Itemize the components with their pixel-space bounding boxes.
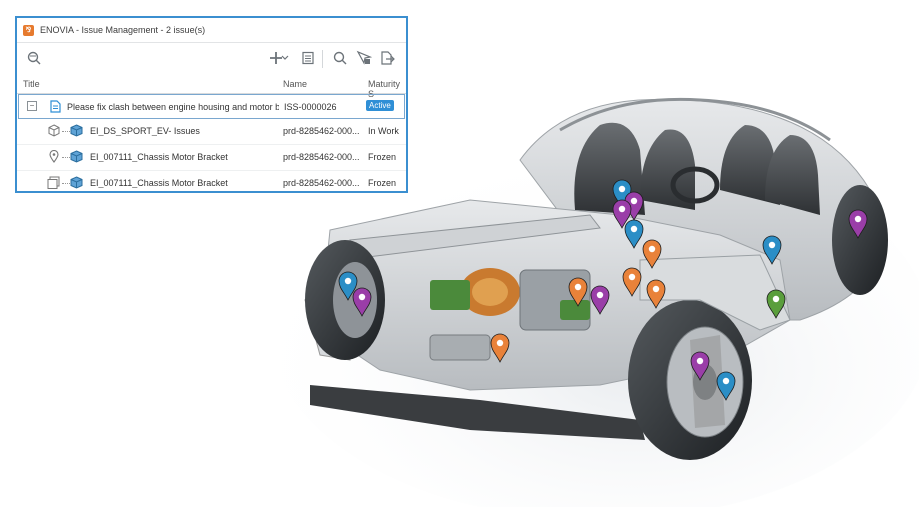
issue-pin-dot xyxy=(648,245,656,253)
row-maturity: Frozen xyxy=(368,178,397,188)
table-row[interactable]: EI_007111_Chassis Motor Bracket prd-8285… xyxy=(17,145,406,171)
chevron-down-icon[interactable] xyxy=(280,49,290,67)
issue-pin-dot xyxy=(630,197,638,205)
issue-pin-dot xyxy=(630,225,638,233)
row-maturity: In Work xyxy=(368,126,399,136)
issue-icon xyxy=(50,100,61,115)
column-header-name[interactable]: Name xyxy=(283,79,307,89)
status-badge: Active xyxy=(366,100,394,111)
product-cube-icon xyxy=(48,124,60,139)
row-title: EI_007111_Chassis Motor Bracket xyxy=(90,152,228,162)
search-icon[interactable] xyxy=(331,49,349,67)
green-bracket-right xyxy=(560,300,590,320)
issue-pin-dot xyxy=(854,215,862,223)
select-cursor-icon[interactable] xyxy=(355,49,373,67)
row-title: EI_007111_Chassis Motor Bracket xyxy=(90,178,228,188)
table-header: Title Name Maturity S xyxy=(17,75,406,99)
row-name: prd-8285462-000... xyxy=(283,126,360,136)
column-header-title[interactable]: Title xyxy=(23,79,40,89)
row-name: prd-8285462-000... xyxy=(283,178,360,188)
panel-titlebar: ⅋ ENOVIA - Issue Management - 2 issue(s) xyxy=(17,18,406,43)
part-icon xyxy=(70,150,83,165)
rear-wheel xyxy=(832,185,888,295)
motor-mount xyxy=(429,334,491,361)
issue-management-panel: ⅋ ENOVIA - Issue Management - 2 issue(s)… xyxy=(15,16,408,193)
issue-pin-dot xyxy=(358,293,366,301)
issue-pin-dot xyxy=(596,291,604,299)
issue-pin-dot xyxy=(628,273,636,281)
issue-pin-dot xyxy=(722,377,730,385)
issue-pin-dot xyxy=(696,357,704,365)
table-row[interactable]: EI_DS_SPORT_EV- Issues prd-8285462-000..… xyxy=(17,119,406,145)
collapse-toggle[interactable]: − xyxy=(27,101,37,111)
issue-name: ISS-0000026 xyxy=(284,102,337,112)
issue-pin-dot xyxy=(574,283,582,291)
issue-pin-dot xyxy=(652,285,660,293)
issue-pin-dot xyxy=(768,241,776,249)
row-title: EI_DS_SPORT_EV- Issues xyxy=(90,126,200,136)
row-maturity: Frozen xyxy=(368,152,397,162)
table-row-issue[interactable]: − Please fix clash between engine housin… xyxy=(18,94,405,119)
search-filter-icon[interactable] xyxy=(25,49,43,67)
issue-pin-dot xyxy=(618,185,626,193)
issue-pin-dot xyxy=(772,295,780,303)
export-icon[interactable] xyxy=(378,49,396,67)
green-bracket-left xyxy=(430,280,470,310)
issue-pin-dot xyxy=(496,339,504,347)
3ds-compass-icon: ⅋ xyxy=(23,24,34,36)
panel-toolbar xyxy=(17,43,406,75)
toolbar-separator xyxy=(322,50,323,68)
part-icon xyxy=(70,176,83,191)
issue-pin-dot xyxy=(618,205,626,213)
part-icon xyxy=(70,124,83,139)
panel-title: ENOVIA - Issue Management - 2 issue(s) xyxy=(40,25,206,35)
location-pin-icon xyxy=(49,149,59,165)
table-row[interactable]: EI_007111_Chassis Motor Bracket prd-8285… xyxy=(17,171,406,196)
issue-title: Please fix clash between engine housing … xyxy=(67,102,279,112)
issue-pin-dot xyxy=(344,277,352,285)
row-name: prd-8285462-000... xyxy=(283,152,360,162)
list-view-icon[interactable] xyxy=(299,49,317,67)
capture-icon xyxy=(47,176,60,191)
